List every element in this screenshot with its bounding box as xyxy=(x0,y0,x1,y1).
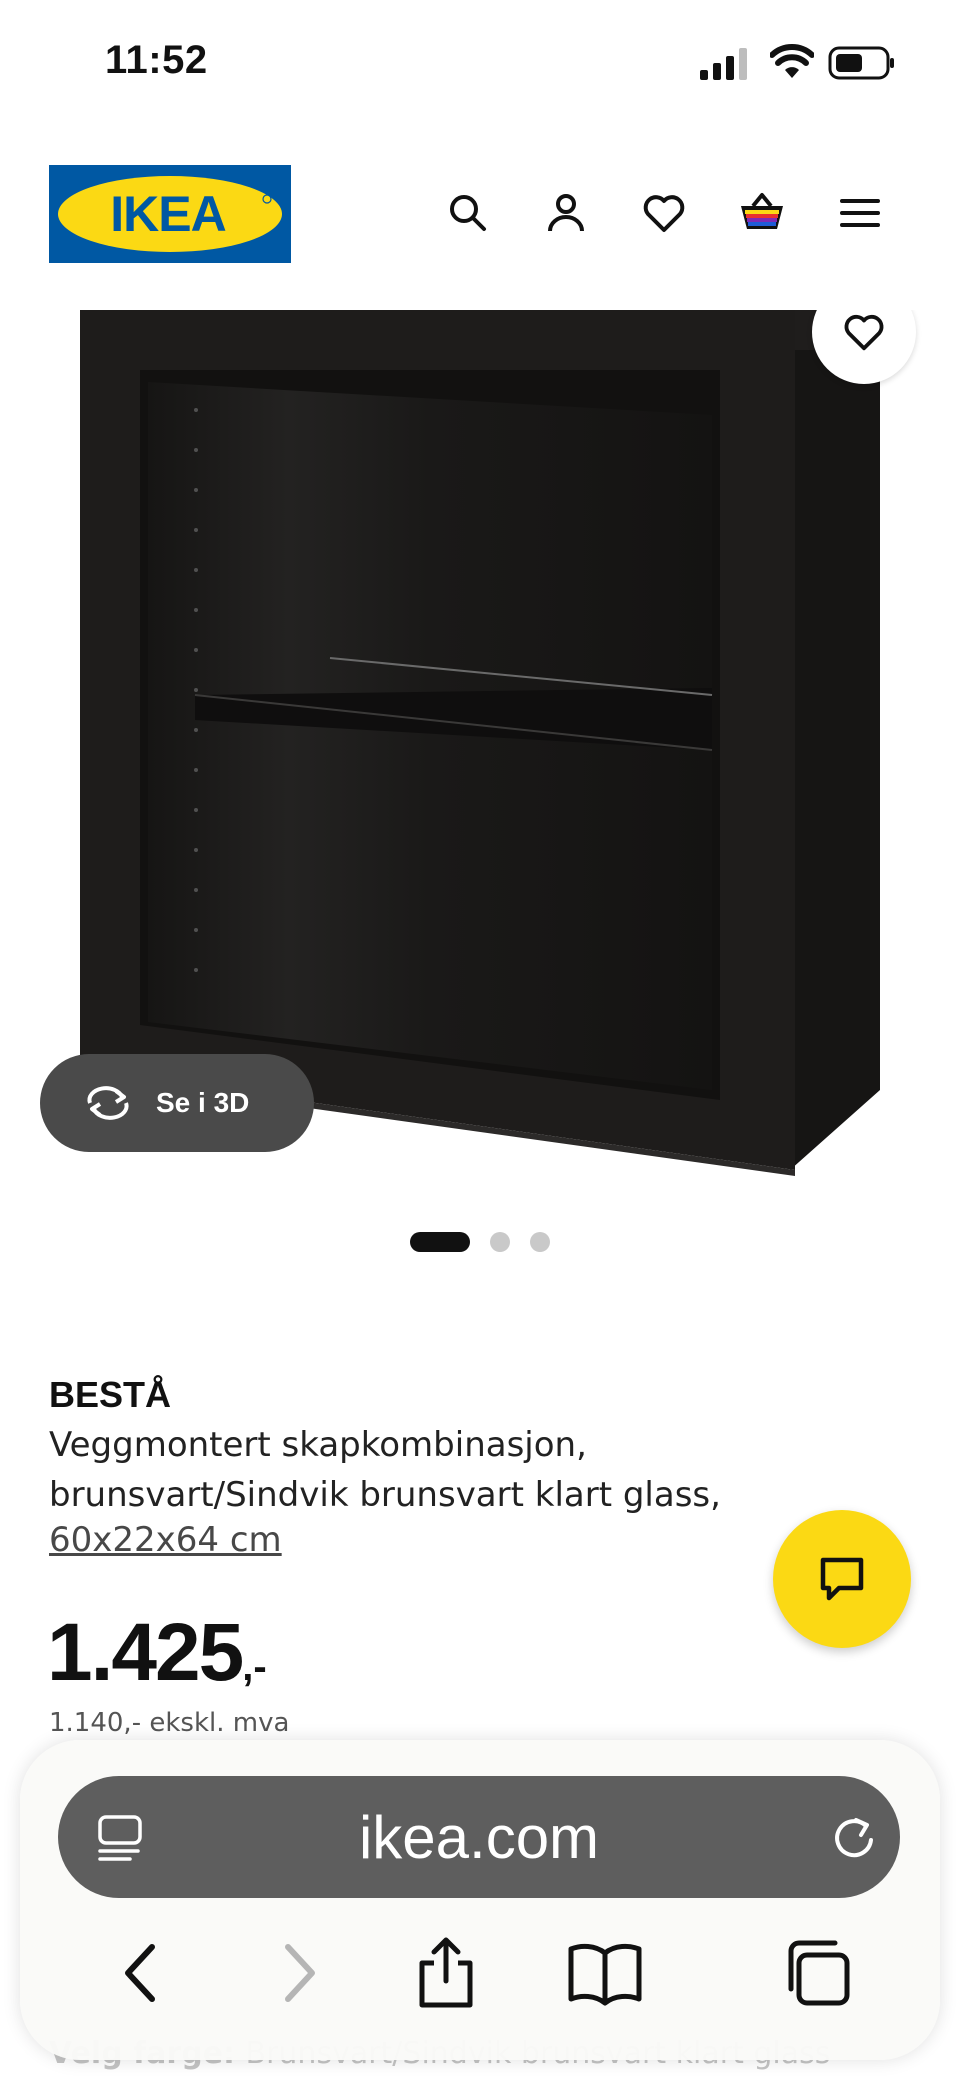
chat-button[interactable] xyxy=(773,1510,911,1648)
carousel-pagination[interactable] xyxy=(410,1232,550,1252)
rotate-3d-icon xyxy=(87,1086,129,1120)
carousel-dot-2[interactable] xyxy=(490,1232,510,1252)
forward-button[interactable] xyxy=(253,1928,343,2018)
search-icon[interactable] xyxy=(440,185,496,241)
cart-icon[interactable] xyxy=(734,185,790,241)
forward-icon xyxy=(285,1944,315,2002)
heart-icon xyxy=(844,314,884,351)
wifi-icon xyxy=(770,44,814,78)
product-price: 1.425,- xyxy=(47,1606,267,1700)
battery-icon xyxy=(828,46,894,80)
url-text: ikea.com xyxy=(358,1803,600,1871)
cellular-signal-icon xyxy=(700,48,747,80)
status-time: 11:52 xyxy=(105,38,208,82)
ikea-logo[interactable]: IKEA xyxy=(49,165,291,263)
back-button[interactable] xyxy=(97,1928,187,2018)
product-name: BESTÅ xyxy=(49,1374,172,1415)
tabs-icon xyxy=(788,1940,850,2006)
profile-icon[interactable] xyxy=(538,185,594,241)
tabs-button[interactable] xyxy=(772,1928,862,2018)
bookmarks-icon xyxy=(568,1943,642,2006)
back-icon xyxy=(125,1944,155,2002)
product-size-link[interactable]: 60x22x64 cm xyxy=(49,1520,282,1560)
heart-icon[interactable] xyxy=(636,185,692,241)
share-button[interactable] xyxy=(401,1928,491,2018)
view-in-3d-label: Se i 3D xyxy=(156,1087,250,1118)
bookmarks-button[interactable] xyxy=(560,1928,650,2018)
price-value: 1.425 xyxy=(47,1607,244,1698)
browser-toolbar: ikea.com xyxy=(20,1740,940,2060)
site-header: IKEA xyxy=(0,160,960,270)
address-bar[interactable]: ikea.com xyxy=(58,1776,900,1898)
menu-icon[interactable] xyxy=(832,185,888,241)
product-description: Veggmontert skapkombinasjon, brunsvart/S… xyxy=(49,1425,721,1515)
view-in-3d-button[interactable]: Se i 3D xyxy=(40,1054,314,1152)
share-icon xyxy=(419,1937,473,2008)
price-suffix: ,- xyxy=(242,1645,267,1689)
status-bar: 11:52 xyxy=(0,0,960,120)
price-excluding-vat: 1.140,- ekskl. mva xyxy=(49,1708,290,1738)
reload-icon[interactable] xyxy=(828,1812,880,1864)
chat-icon xyxy=(820,1557,864,1601)
svg-text:IKEA: IKEA xyxy=(110,186,225,242)
carousel-dot-1[interactable] xyxy=(410,1232,470,1252)
carousel-dot-3[interactable] xyxy=(530,1232,550,1252)
